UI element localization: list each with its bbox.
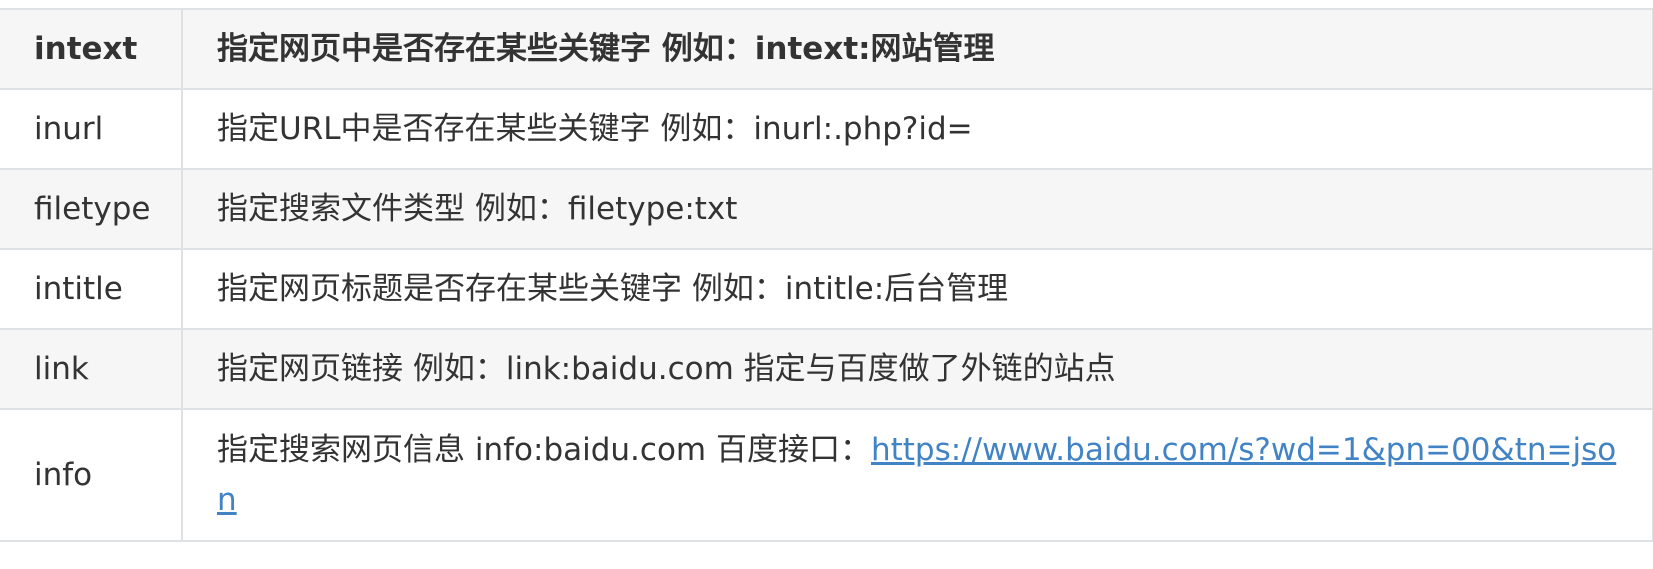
operator-cell: filetype (0, 168, 183, 250)
operator-cell: inurl (0, 88, 183, 170)
table-row: intext 指定网页中是否存在某些关键字 例如：intext:网站管理 (0, 8, 1653, 90)
description-cell: 指定网页链接 例如：link:baidu.com 指定与百度做了外链的站点 (181, 328, 1653, 410)
table-row: inurl 指定URL中是否存在某些关键字 例如：inurl:.php?id= (0, 88, 1653, 170)
table-row: info 指定搜索网页信息 info:baidu.com 百度接口：https:… (0, 408, 1653, 542)
search-syntax-table: intext 指定网页中是否存在某些关键字 例如：intext:网站管理 inu… (0, 8, 1653, 542)
description-cell: 指定搜索文件类型 例如：filetype:txt (181, 168, 1653, 250)
description-text: 指定搜索网页信息 info:baidu.com 百度接口： (217, 432, 871, 468)
operator-cell: intext (0, 8, 183, 90)
table-row: intitle 指定网页标题是否存在某些关键字 例如：intitle:后台管理 (0, 248, 1653, 330)
description-cell: 指定URL中是否存在某些关键字 例如：inurl:.php?id= (181, 88, 1653, 170)
syntax-table-container: intext 指定网页中是否存在某些关键字 例如：intext:网站管理 inu… (0, 8, 1653, 542)
operator-cell: link (0, 328, 183, 410)
description-cell: 指定网页标题是否存在某些关键字 例如：intitle:后台管理 (181, 248, 1653, 330)
operator-cell: info (0, 408, 183, 542)
description-cell: 指定网页中是否存在某些关键字 例如：intext:网站管理 (181, 8, 1653, 90)
operator-cell: intitle (0, 248, 183, 330)
description-cell: 指定搜索网页信息 info:baidu.com 百度接口：https://www… (181, 408, 1653, 542)
table-row: filetype 指定搜索文件类型 例如：filetype:txt (0, 168, 1653, 250)
table-row: link 指定网页链接 例如：link:baidu.com 指定与百度做了外链的… (0, 328, 1653, 410)
